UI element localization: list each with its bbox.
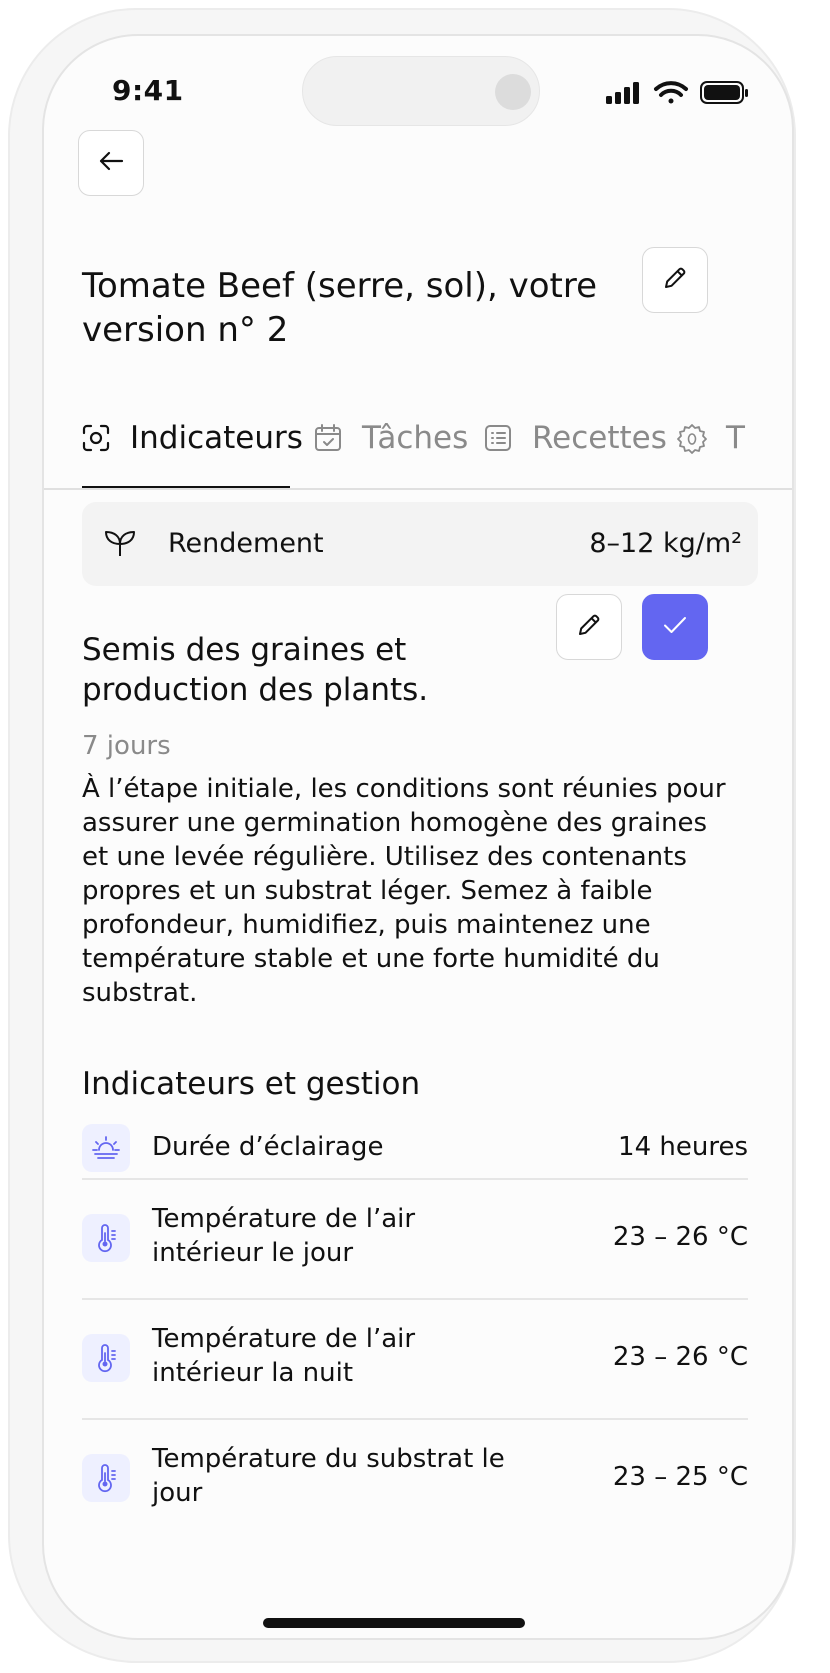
thermometer-icon — [82, 1454, 130, 1502]
edit-stage-button[interactable] — [556, 594, 622, 660]
bug-icon — [676, 422, 708, 454]
pencil-icon — [575, 611, 603, 643]
complete-stage-button[interactable] — [642, 594, 708, 660]
indicator-name: Température de l’air intérieur le jour — [152, 1204, 416, 1268]
indicator-name: Température de l’air intérieur la nuit — [152, 1324, 416, 1388]
stage-duration: 7 jours — [82, 731, 171, 761]
status-time: 9:41 — [112, 74, 184, 107]
indicator-row: Température du substrat le jour 23 – 25 … — [82, 1438, 748, 1518]
thermometer-icon — [82, 1214, 130, 1262]
stage-title: Semis des graines et production des plan… — [82, 632, 429, 708]
indicator-name: Température du substrat le jour — [152, 1444, 505, 1508]
tab-label: Recettes — [532, 420, 667, 456]
tab-traitements[interactable]: T — [676, 386, 745, 490]
phone-screen: 9:41 Tomate Beef (serre, sol), votre ver… — [42, 34, 794, 1640]
sunrise-icon — [82, 1124, 130, 1172]
tab-label: Tâches — [362, 420, 469, 456]
tab-label: T — [726, 420, 745, 456]
scan-icon — [80, 422, 112, 454]
wifi-icon — [654, 81, 688, 104]
list-icon — [482, 422, 514, 454]
indicator-value: 23 – 26 °C — [612, 1342, 748, 1372]
divider — [82, 1178, 748, 1180]
edit-title-button[interactable] — [642, 247, 708, 313]
indicator-value: 14 heures — [618, 1132, 748, 1162]
pencil-icon — [661, 264, 689, 296]
back-button[interactable] — [78, 130, 144, 196]
camera-dot — [495, 74, 531, 110]
indicator-value: 23 – 25 °C — [612, 1462, 748, 1492]
sprout-icon — [102, 528, 138, 564]
battery-icon — [700, 81, 748, 104]
indicators-heading: Indicateurs et gestion — [82, 1066, 421, 1102]
active-tab-indicator — [82, 486, 290, 488]
divider — [82, 1418, 748, 1420]
thermometer-icon — [82, 1334, 130, 1382]
arrow-left-icon — [96, 146, 126, 180]
divider — [82, 1298, 748, 1300]
indicator-value: 23 – 26 °C — [612, 1222, 748, 1252]
tab-taches[interactable]: Tâches — [312, 386, 468, 490]
indicator-row: Durée d’éclairage 14 heures — [82, 1118, 748, 1178]
yield-value: 8–12 kg/m² — [589, 528, 742, 559]
page-title: Tomate Beef (serre, sol), votre version … — [82, 266, 598, 350]
yield-card: Rendement 8–12 kg/m² — [82, 502, 758, 586]
tab-recettes[interactable]: Recettes — [482, 386, 667, 490]
tab-bar: Indicateurs Tâches Recettes T — [44, 386, 792, 490]
indicator-row: Température de l’air intérieur la nuit 2… — [82, 1318, 748, 1398]
tab-indicateurs[interactable]: Indicateurs — [80, 386, 303, 490]
stage-description: À l’étape initiale, les conditions sont … — [82, 774, 726, 1008]
signal-icon — [606, 82, 639, 104]
calendar-check-icon — [312, 422, 344, 454]
status-icons — [604, 76, 764, 108]
check-icon — [660, 610, 690, 644]
yield-label: Rendement — [168, 528, 324, 559]
indicator-name: Durée d’éclairage — [152, 1132, 384, 1162]
home-indicator[interactable] — [263, 1618, 525, 1628]
tab-label: Indicateurs — [130, 420, 303, 456]
indicator-row: Température de l’air intérieur le jour 2… — [82, 1198, 748, 1278]
